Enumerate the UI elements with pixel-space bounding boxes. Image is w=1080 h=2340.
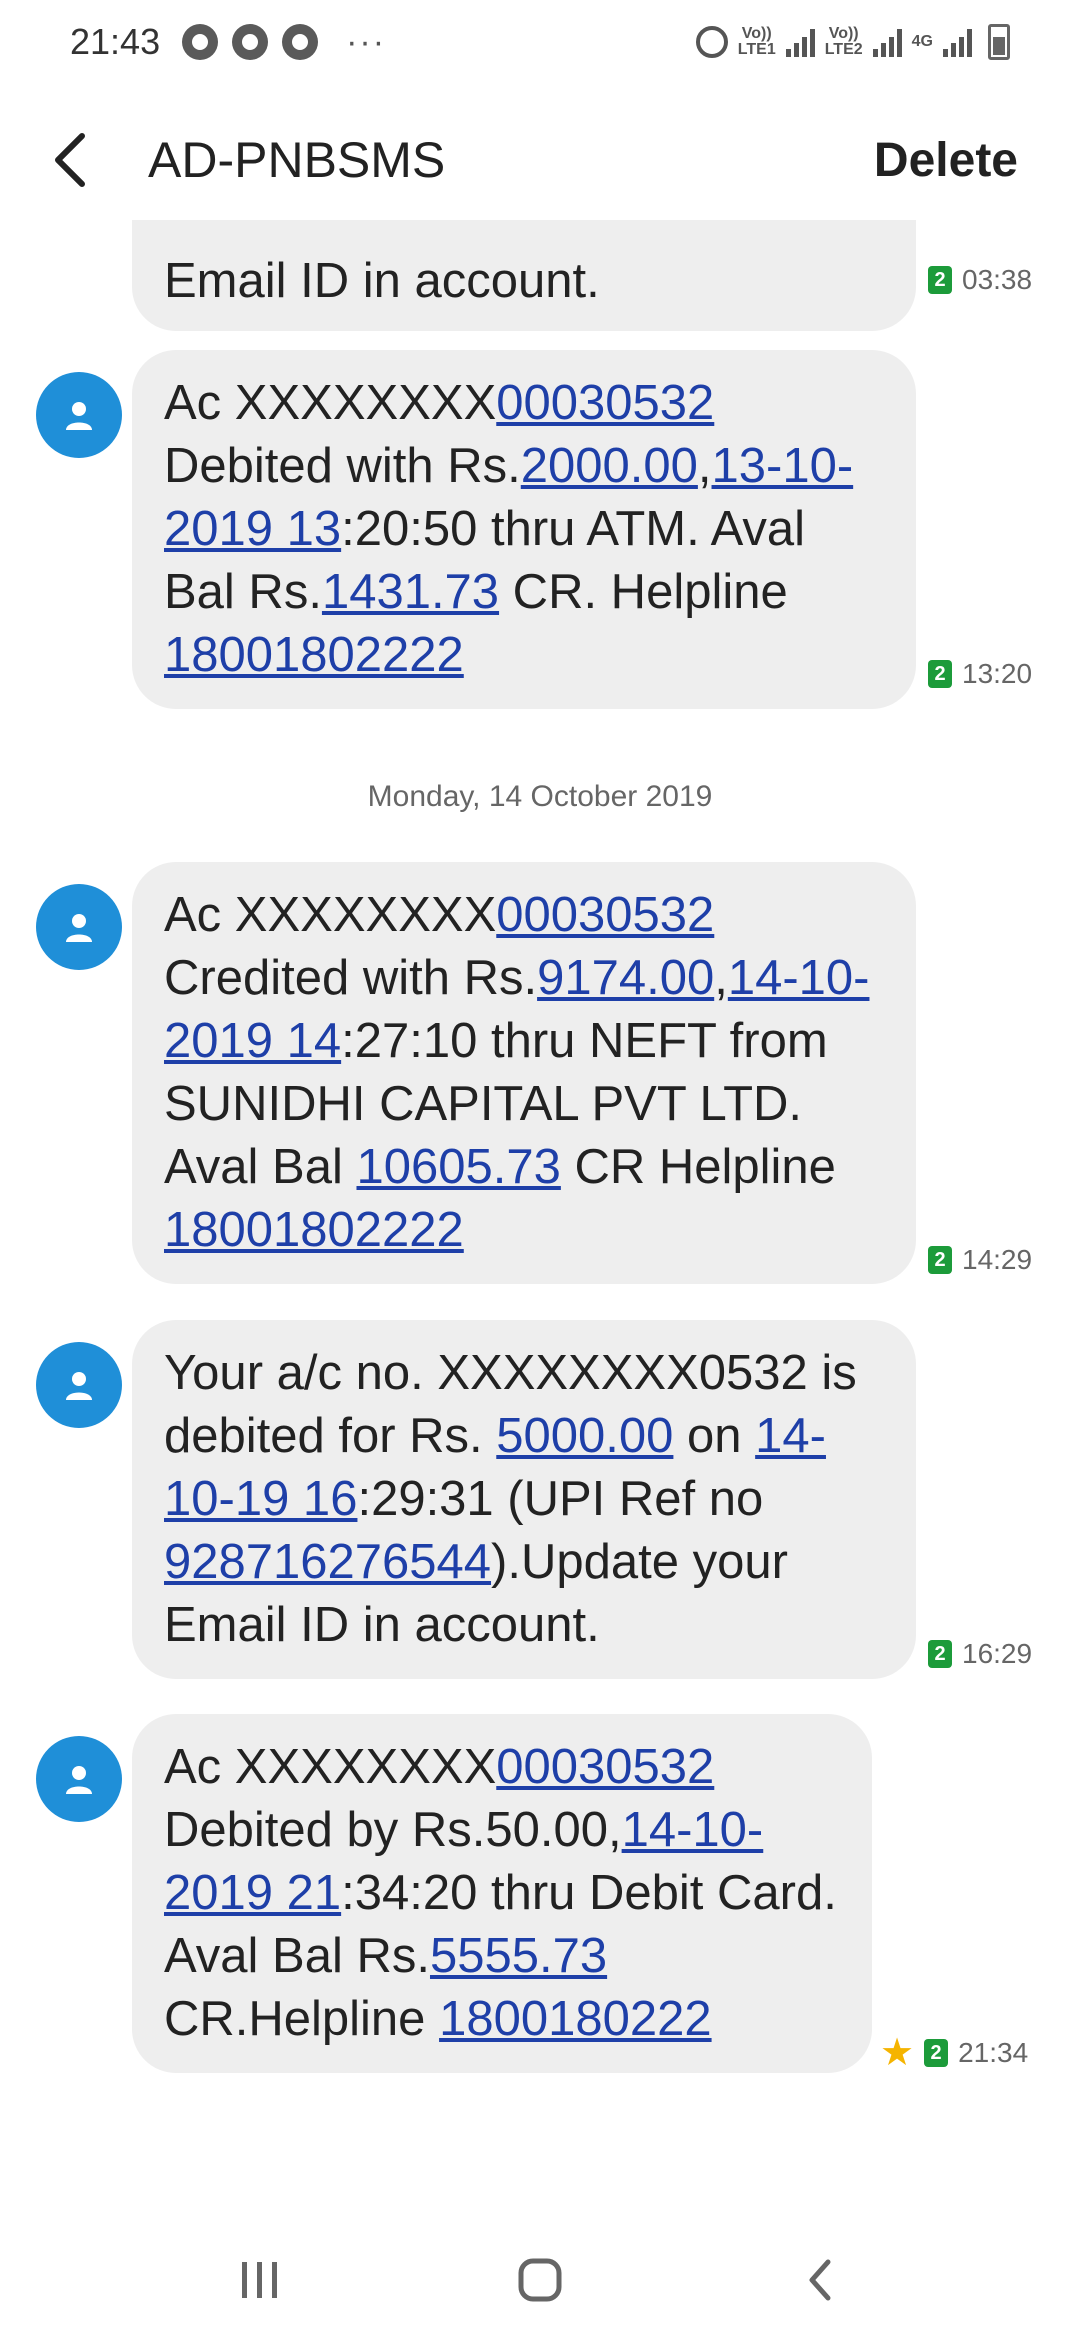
message-link[interactable]: 928716276544: [164, 1535, 491, 1589]
status-time: 21:43: [70, 21, 161, 62]
delete-button[interactable]: Delete: [874, 133, 1018, 188]
person-icon: [66, 1766, 92, 1794]
message-bubble[interactable]: Ac XXXXXXXX00030532 Credited with Rs.917…: [132, 862, 916, 1284]
avatar[interactable]: [36, 884, 122, 970]
message-time: 03:38: [962, 264, 1033, 295]
message-bubble[interactable]: Ac XXXXXXXX00030532 Debited by Rs.50.00,…: [132, 1714, 872, 2073]
sim1-indicator: Vo)) LTE1: [737, 25, 776, 58]
chrome-notification-icon: [282, 24, 319, 60]
nav-back-icon[interactable]: [780, 2240, 860, 2320]
signal-icon: [872, 27, 902, 57]
person-icon: [66, 914, 92, 942]
sim-badge: 2: [928, 1246, 952, 1274]
message-link[interactable]: 1431.73: [322, 565, 499, 619]
message-link[interactable]: 18001802222: [164, 1203, 464, 1257]
app-bar: AD-PNBSMS Delete: [0, 100, 1080, 220]
network-type: 4G: [911, 33, 933, 50]
message-link[interactable]: 00030532: [496, 1740, 714, 1794]
message-list[interactable]: Email ID in account. 2 03:38 Ac XXXXXXXX…: [0, 220, 1080, 2160]
app-notification-icon: [232, 24, 269, 60]
message-bubble[interactable]: Email ID in account.: [132, 220, 916, 331]
message-link[interactable]: 10605.73: [356, 1140, 560, 1194]
star-icon: ★: [880, 2032, 915, 2074]
recents-icon[interactable]: [220, 2240, 300, 2320]
message-time: 13:20: [962, 658, 1033, 689]
message-time: 14:29: [962, 1244, 1033, 1275]
message-link[interactable]: 00030532: [496, 888, 714, 942]
message-time: 16:29: [962, 1638, 1033, 1669]
person-icon: [66, 402, 92, 430]
person-icon: [66, 1372, 92, 1400]
message-link[interactable]: 9174.00: [537, 951, 714, 1005]
message-bubble[interactable]: Ac XXXXXXXX00030532 Debited with Rs.2000…: [132, 350, 916, 709]
message-link[interactable]: 1800180222: [439, 1992, 712, 2046]
battery-icon: [988, 24, 1010, 60]
message-link[interactable]: 5000.00: [496, 1409, 673, 1463]
sim-badge: 2: [928, 266, 952, 294]
avatar[interactable]: [36, 1736, 122, 1822]
alarm-icon: [695, 26, 728, 58]
message-link[interactable]: 2000.00: [521, 439, 698, 493]
home-icon[interactable]: [500, 2240, 580, 2320]
date-divider: Monday, 14 October 2019: [367, 780, 713, 813]
message-meta: 2 13:20: [928, 658, 1032, 690]
status-indicators: Vo)) LTE1 Vo)) LTE2 4G: [695, 24, 1010, 60]
signal-icon: [785, 27, 815, 57]
message-meta: 2 03:38: [928, 264, 1032, 296]
message-meta: ★ 2 21:34: [880, 2034, 1028, 2072]
message-link[interactable]: 5555.73: [430, 1929, 607, 1983]
conversation-title: AD-PNBSMS: [148, 132, 446, 188]
avatar[interactable]: [36, 372, 122, 458]
signal-icon: [943, 27, 972, 57]
sim-badge: 2: [924, 2039, 949, 2067]
back-arrow-icon[interactable]: [30, 120, 110, 200]
sim-badge: 2: [928, 660, 952, 688]
message-meta: 2 14:29: [928, 1244, 1032, 1276]
avatar[interactable]: [36, 1342, 122, 1428]
more-notifications-icon: ···: [346, 22, 387, 61]
sim-badge: 2: [928, 1640, 952, 1668]
message-meta: 2 16:29: [928, 1638, 1032, 1670]
chrome-notification-icon: [182, 24, 219, 60]
message-link[interactable]: 18001802222: [164, 628, 464, 682]
message-bubble[interactable]: Your a/c no. XXXXXXXX0532 is debited for…: [132, 1320, 916, 1679]
sim2-indicator: Vo)) LTE2: [824, 25, 863, 58]
navigation-bar: [0, 2220, 1080, 2340]
status-bar: 21:43 ··· Vo)) LTE1 Vo)) LTE2 4G: [0, 0, 1080, 84]
message-link[interactable]: 00030532: [496, 376, 714, 430]
message-time: 21:34: [958, 2037, 1029, 2068]
